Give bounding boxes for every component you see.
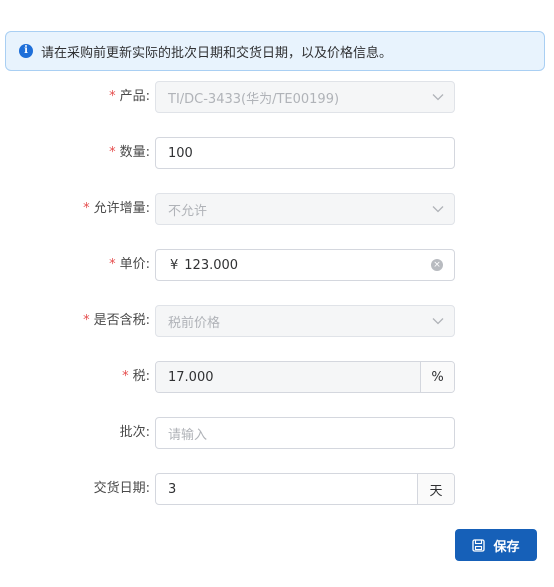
quantity-input[interactable]: 100 (155, 137, 455, 169)
alert-message: 请在采购前更新实际的批次日期和交货日期，以及价格信息。 (41, 45, 393, 61)
save-button-label: 保存 (493, 539, 520, 555)
product-select[interactable]: TI/DC-3433(华为/TE00199) (155, 81, 455, 113)
allow-increase-select[interactable]: 不允许 (155, 193, 455, 225)
delivery-date-value: 3 (168, 481, 177, 497)
required-mark: * (83, 201, 90, 216)
chevron-down-icon (422, 317, 454, 325)
required-mark: * (122, 369, 129, 384)
batch-input[interactable]: 请输入 (155, 417, 455, 449)
form-row-delivery-date: 交货日期: 3 天 (0, 473, 554, 505)
tax-included-label: * 是否含税: (83, 313, 150, 328)
quantity-label: * 数量: (109, 145, 150, 160)
chevron-down-icon (422, 205, 454, 213)
product-label: * 产品: (109, 89, 150, 104)
allow-increase-value: 不允许 (168, 203, 208, 219)
form-row-quantity: * 数量: 100 (0, 137, 554, 169)
required-mark: * (109, 145, 116, 160)
info-alert: i 请在采购前更新实际的批次日期和交货日期，以及价格信息。 (5, 31, 545, 71)
quantity-value: 100 (168, 145, 193, 161)
save-icon (472, 538, 486, 552)
tax-value: 17.000 (156, 362, 420, 392)
unit-price-input[interactable]: ¥ 123.000 × (155, 249, 455, 281)
currency-prefix: ¥ (170, 257, 179, 273)
delivery-date-input[interactable]: 3 天 (155, 473, 455, 505)
required-mark: * (109, 89, 116, 104)
tax-included-select[interactable]: 税前价格 (155, 305, 455, 337)
tax-suffix: % (420, 362, 454, 392)
form-row-allow-increase: * 允许增量: 不允许 (0, 193, 554, 225)
unit-price-label: * 单价: (109, 257, 150, 272)
form-row-tax-included: * 是否含税: 税前价格 (0, 305, 554, 337)
required-mark: * (83, 313, 90, 328)
unit-price-value: 123.000 (184, 257, 239, 273)
delivery-date-suffix: 天 (417, 474, 454, 504)
clear-icon[interactable]: × (431, 259, 443, 271)
form-row-tax: * 税: 17.000 % (0, 361, 554, 393)
tax-included-value: 税前价格 (168, 315, 221, 331)
tax-input[interactable]: 17.000 % (155, 361, 455, 393)
form-row-batch: 批次: 请输入 (0, 417, 554, 449)
required-mark: * (109, 257, 116, 272)
save-button[interactable]: 保存 (455, 529, 537, 561)
form-row-unit-price: * 单价: ¥ 123.000 × (0, 249, 554, 281)
delivery-date-label: 交货日期: (93, 481, 150, 496)
info-icon: i (19, 44, 33, 58)
tax-label: * 税: (122, 369, 150, 384)
product-value: TI/DC-3433(华为/TE00199) (168, 91, 340, 107)
form-row-product: * 产品: TI/DC-3433(华为/TE00199) (0, 81, 554, 113)
chevron-down-icon (422, 93, 454, 101)
batch-placeholder: 请输入 (168, 427, 208, 443)
batch-label: 批次: (119, 425, 150, 440)
allow-increase-label: * 允许增量: (83, 201, 150, 216)
